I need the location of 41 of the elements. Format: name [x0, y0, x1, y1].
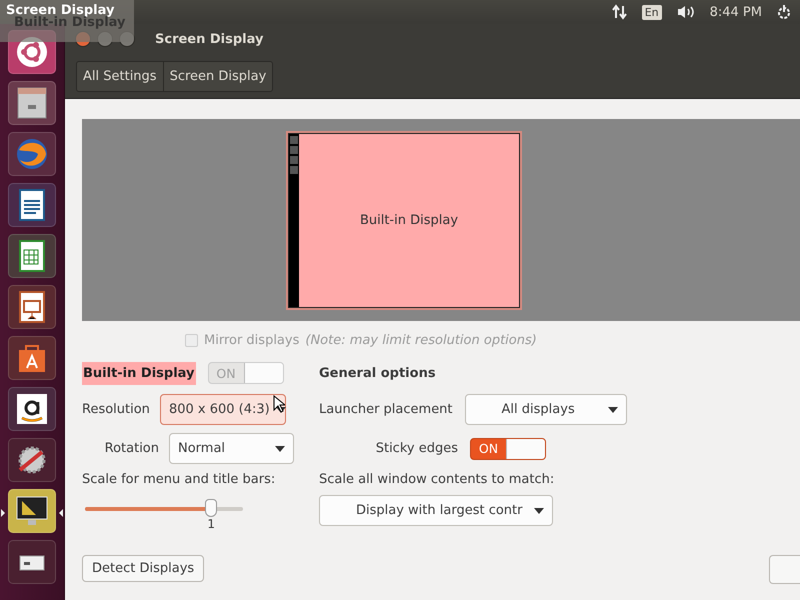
rotation-label: Rotation [104, 441, 159, 456]
mirror-label: Mirror displays [204, 333, 300, 348]
mirror-note: (Note: may limit resolution options) [305, 333, 537, 348]
toggle-switch[interactable]: ON [470, 438, 546, 460]
globe-fox-icon [14, 136, 50, 172]
caret-icon [608, 406, 618, 412]
slider-value: 1 [207, 517, 216, 531]
resolution-label: Resolution [82, 402, 150, 417]
launcher-item[interactable] [8, 336, 56, 380]
mouse-pointer-icon [273, 395, 285, 413]
breadcrumb-button[interactable]: All Settings [77, 62, 163, 90]
section-heading: General options [319, 366, 436, 380]
launcher-item[interactable] [8, 285, 56, 329]
launcher-item[interactable] [8, 438, 56, 482]
monitor-preview[interactable]: Built-in Display [288, 132, 520, 308]
launcher-placement-dropdown[interactable]: All displays [464, 394, 627, 425]
letter-a-icon [14, 391, 50, 427]
launcher-item[interactable] [8, 387, 56, 431]
detect-displays-button[interactable]: Detect Displays [82, 555, 204, 582]
scale-all-label: Scale all window contents to match: [319, 472, 556, 487]
launcher-item[interactable] [8, 540, 56, 584]
launcher-placement-label: Launcher placement [319, 402, 453, 417]
keyboard-language-indicator[interactable]: En [642, 4, 662, 20]
caret-icon [534, 508, 544, 514]
active-indicator-icon [1, 509, 5, 517]
monitor-label: Built-in Display [360, 212, 458, 228]
display-name: Built-in Display [82, 362, 196, 384]
power-gear-icon[interactable] [776, 4, 792, 20]
scale-label: Scale for menu and title bars: [82, 472, 276, 487]
breadcrumb-button[interactable]: Screen Display [162, 62, 272, 90]
slider-track[interactable] [85, 507, 243, 511]
speaker-icon[interactable] [676, 4, 696, 20]
tooltip-title: Screen Display [6, 3, 114, 18]
window-title: Screen Display [155, 32, 264, 46]
launcher-item[interactable] [8, 183, 56, 227]
network-arrows-icon[interactable] [612, 4, 628, 20]
scale-all-dropdown[interactable]: Display with largest contr [319, 495, 553, 526]
launcher-item[interactable] [8, 234, 56, 278]
caret-icon [275, 446, 285, 452]
clock[interactable]: 8:44 PM [710, 4, 762, 20]
sticky-edges-label: Sticky edges [374, 441, 458, 456]
